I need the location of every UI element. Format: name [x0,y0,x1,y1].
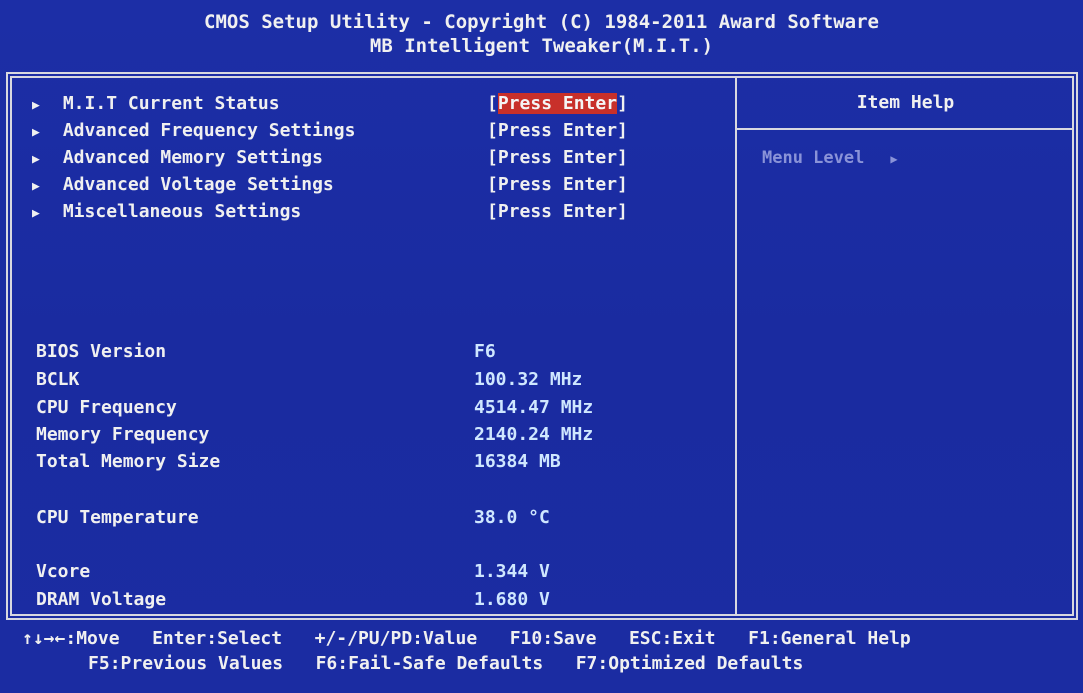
key-legend-footer: ↑↓→←:Move Enter:Select +/-/PU/PD:Value F… [0,626,1083,676]
key-label: +/-/PU/PD [314,628,413,649]
info-row-cpu-temperature: CPU Temperature 38.0 °C [36,506,676,530]
menu-item-value[interactable]: [Press Enter] [487,144,628,171]
header-subtitle: MB Intelligent Tweaker(M.I.T.) [369,35,714,57]
key-save: F10:Save [510,628,597,649]
info-row-dram-voltage: DRAM Voltage 1.680 V [36,588,676,612]
info-label: BIOS Version [36,341,167,362]
key-label: F1 [748,628,770,649]
info-label: CPU Frequency [36,397,177,418]
key-action: :Optimized Defaults [597,653,804,674]
key-move: ↑↓→←:Move [22,628,120,649]
key-action: :Exit [661,628,716,649]
key-action: :Save [542,628,597,649]
info-label: Vcore [36,561,91,582]
menu-level-arrow-icon: ▶ [890,152,898,166]
submenu-arrow-icon: ▶ [32,98,40,113]
menu-level: Menu Level ▶ [762,148,898,168]
menu-item-label: M.I.T Current Status [62,93,280,114]
info-value: 100.32 MHz [474,369,583,390]
key-label: F7 [575,653,598,674]
info-value: 1.680 V [474,589,550,610]
key-label: F5 [88,653,110,674]
menu-item-advanced-memory-settings[interactable]: ▶ Advanced Memory Settings [Press Enter] [32,144,672,171]
key-fail-safe-defaults: F6:Fail-Safe Defaults [316,653,544,674]
menu-item-value[interactable]: [Press Enter] [487,90,628,117]
key-action: :Previous Values [109,653,284,674]
selected-value-highlight[interactable]: Press Enter [497,93,618,114]
submenu-arrow-icon: ▶ [32,179,40,194]
key-action: :Select [206,628,283,649]
key-action: :Value [412,628,478,649]
menu-item-mit-current-status[interactable]: ▶ M.I.T Current Status [Press Enter] [32,90,672,117]
info-value: 16384 MB [474,451,561,472]
key-action: :Fail-Safe Defaults [337,653,544,674]
bracket-open: [ [487,93,498,114]
menu-item-label: Advanced Voltage Settings [62,174,334,195]
key-legend-row-1: ↑↓→←:Move Enter:Select +/-/PU/PD:Value F… [0,626,1083,651]
info-row-total-memory-size: Total Memory Size 16384 MB [36,450,676,474]
menu-item-value[interactable]: [Press Enter] [487,198,628,225]
help-title-divider [737,128,1074,130]
settings-menu: ▶ M.I.T Current Status [Press Enter] ▶ A… [32,90,672,225]
info-value: 1.344 V [474,561,550,582]
key-label: F6 [315,653,338,674]
key-optimized-defaults: F7:Optimized Defaults [576,653,804,674]
bios-screen: CMOS Setup Utility - Copyright (C) 1984-… [0,0,1083,693]
menu-item-advanced-frequency-settings[interactable]: ▶ Advanced Frequency Settings [Press Ent… [32,117,672,144]
help-panel-divider [735,76,737,616]
info-value: F6 [474,341,496,362]
key-action: :Move [65,628,120,649]
key-label: Enter [152,628,207,649]
submenu-arrow-icon: ▶ [32,125,40,140]
menu-item-label: Advanced Memory Settings [62,147,323,168]
info-value: 4514.47 MHz [474,397,594,418]
key-action: :General Help [769,628,911,649]
header-title: CMOS Setup Utility - Copyright (C) 1984-… [204,11,879,33]
key-legend-row-2: F5:Previous Values F6:Fail-Safe Defaults… [0,651,1083,676]
info-label: Memory Frequency [36,424,210,445]
menu-item-miscellaneous-settings[interactable]: ▶ Miscellaneous Settings [Press Enter] [32,198,672,225]
info-label: CPU Temperature [36,507,199,528]
key-previous-values: F5:Previous Values [88,653,283,674]
bracket-close: ] [617,93,628,114]
info-row-vcore: Vcore 1.344 V [36,560,676,584]
info-row-memory-frequency: Memory Frequency 2140.24 MHz [36,423,676,447]
menu-item-value[interactable]: [Press Enter] [487,171,628,198]
info-row-cpu-frequency: CPU Frequency 4514.47 MHz [36,396,676,420]
item-help-title: Item Help [856,92,955,113]
key-label: ESC [628,628,662,649]
key-select: Enter:Select [152,628,282,649]
info-value: 2140.24 MHz [474,424,594,445]
key-label: ↑↓→← [22,628,66,649]
header: CMOS Setup Utility - Copyright (C) 1984-… [0,0,1083,70]
menu-item-advanced-voltage-settings[interactable]: ▶ Advanced Voltage Settings [Press Enter… [32,171,672,198]
submenu-arrow-icon: ▶ [32,152,40,167]
menu-item-label: Miscellaneous Settings [62,201,302,222]
submenu-arrow-icon: ▶ [32,206,40,221]
menu-item-label: Advanced Frequency Settings [62,120,356,141]
key-exit: ESC:Exit [629,628,716,649]
info-row-bios-version: BIOS Version F6 [36,340,676,364]
key-general-help: F1:General Help [748,628,911,649]
key-value: +/-/PU/PD:Value [315,628,478,649]
menu-item-value[interactable]: [Press Enter] [487,117,628,144]
info-label: DRAM Voltage [36,589,167,610]
info-value: 38.0 °C [474,507,550,528]
info-label: BCLK [36,369,80,390]
info-row-bclk: BCLK 100.32 MHz [36,368,676,392]
info-label: Total Memory Size [36,451,221,472]
key-label: F10 [509,628,543,649]
menu-level-label: Menu Level [762,148,865,168]
